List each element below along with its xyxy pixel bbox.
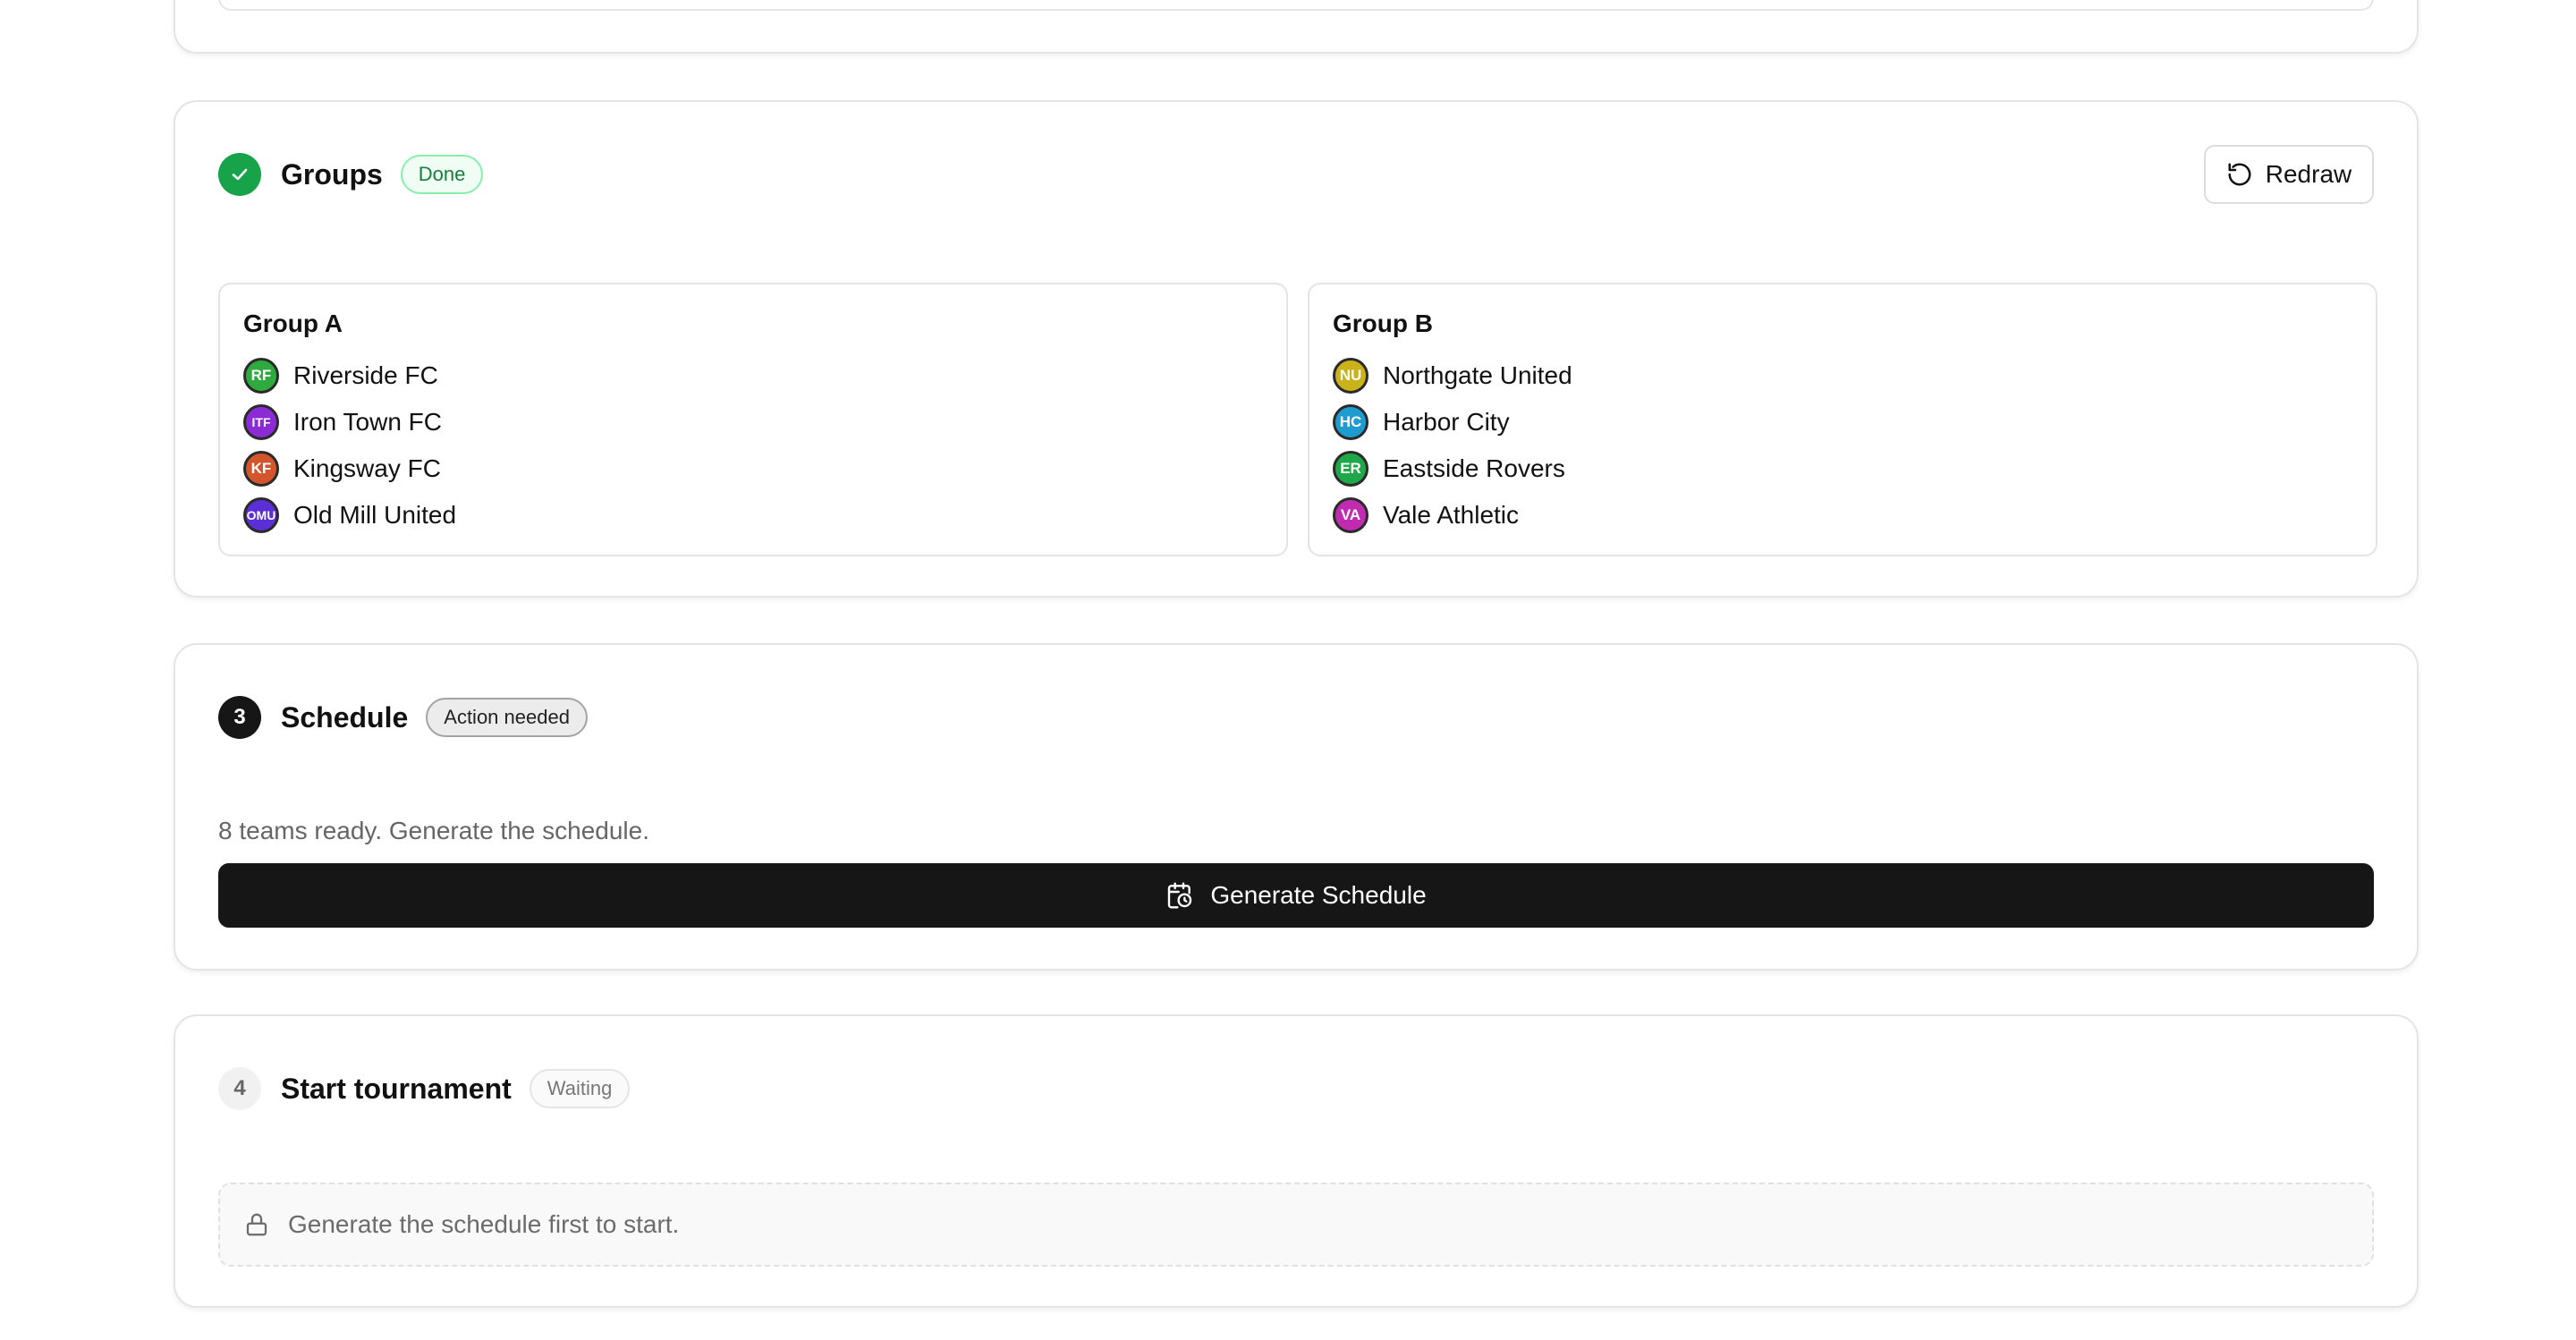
schedule-step-header: 3 Schedule Action needed — [218, 695, 588, 740]
step-number: 4 — [218, 1067, 261, 1110]
team-row: VA Vale Athletic — [1333, 492, 2352, 539]
start-step-card: 4 Start tournament Waiting Generate the … — [174, 1014, 2419, 1308]
team-avatar: ER — [1333, 451, 1368, 487]
team-avatar: OMU — [243, 497, 279, 533]
team-avatar: HC — [1333, 404, 1368, 440]
group-a-box: Group A RF Riverside FC ITF Iron Town FC… — [218, 283, 1288, 556]
group-title: Group A — [243, 310, 343, 337]
calendar-clock-icon — [1168, 882, 1192, 909]
team-name: Eastside Rovers — [1383, 454, 1565, 482]
team-name: Northgate United — [1383, 361, 1572, 389]
redraw-label: Redraw — [2265, 160, 2352, 188]
status-badge: Done — [400, 155, 484, 194]
schedule-step-title: Schedule — [281, 700, 409, 734]
lock-icon — [246, 1213, 267, 1236]
status-badge: Action needed — [426, 698, 588, 737]
team-row: RF Riverside FC — [243, 352, 1263, 399]
team-row: HC Harbor City — [1333, 399, 2352, 445]
team-name: Iron Town FC — [293, 408, 442, 436]
start-step-header: 4 Start tournament Waiting — [218, 1066, 631, 1111]
check-icon — [218, 153, 261, 196]
generate-schedule-button[interactable]: Generate Schedule — [218, 863, 2374, 928]
team-avatar: KF — [243, 451, 279, 487]
team-avatar: VA — [1333, 497, 1368, 533]
tournament-setup-page: Groups Done Redraw Group A RF Riverside … — [0, 0, 2576, 1340]
locked-notice: Generate the schedule first to start. — [218, 1183, 2374, 1267]
team-name: Riverside FC — [293, 361, 438, 389]
groups-step-title: Groups — [281, 157, 383, 191]
team-name: Kingsway FC — [293, 454, 441, 482]
group-b-box: Group B NU Northgate United HC Harbor Ci… — [1308, 283, 2377, 556]
groups-step-header: Groups Done — [218, 152, 484, 197]
step-number: 3 — [218, 696, 261, 739]
team-name: Vale Athletic — [1383, 501, 1520, 529]
redraw-button[interactable]: Redraw — [2204, 145, 2374, 204]
start-step-title: Start tournament — [281, 1072, 512, 1105]
rotate-ccw-icon — [2228, 163, 2251, 186]
locked-message: Generate the schedule first to start. — [288, 1210, 680, 1238]
team-row: OMU Old Mill United — [243, 492, 1263, 539]
team-row: NU Northgate United — [1333, 352, 2352, 399]
schedule-description: 8 teams ready. Generate the schedule. — [218, 817, 649, 844]
team-row: ER Eastside Rovers — [1333, 445, 2352, 492]
team-name: Harbor City — [1383, 408, 1510, 436]
team-avatar: RF — [243, 358, 279, 394]
group-title: Group B — [1333, 310, 1433, 337]
team-avatar: NU — [1333, 358, 1368, 394]
previous-step-card — [174, 0, 2419, 54]
groups-step-card: Groups Done Redraw Group A RF Riverside … — [174, 100, 2419, 598]
status-badge: Waiting — [529, 1069, 631, 1108]
previous-step-content — [218, 0, 2374, 11]
team-row: ITF Iron Town FC — [243, 399, 1263, 445]
team-name: Old Mill United — [293, 501, 457, 529]
team-avatar: ITF — [243, 404, 279, 440]
schedule-step-card: 3 Schedule Action needed 8 teams ready. … — [174, 643, 2419, 971]
team-row: KF Kingsway FC — [243, 445, 1263, 492]
generate-schedule-label: Generate Schedule — [1210, 881, 1427, 909]
